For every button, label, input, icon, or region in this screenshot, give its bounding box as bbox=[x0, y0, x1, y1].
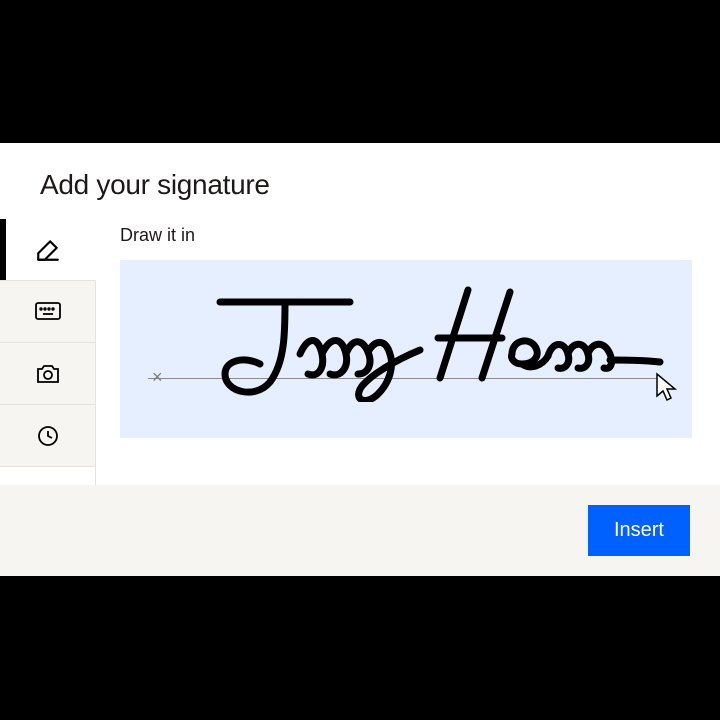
insert-button[interactable]: Insert bbox=[588, 505, 690, 556]
tab-saved[interactable] bbox=[0, 405, 95, 467]
clear-signature-button[interactable]: × bbox=[152, 368, 163, 386]
dialog-title: Add your signature bbox=[40, 169, 680, 201]
signature-method-tabs bbox=[0, 219, 96, 485]
mouse-cursor-icon bbox=[655, 372, 679, 407]
keyboard-icon bbox=[35, 302, 61, 322]
drawn-signature bbox=[190, 282, 670, 402]
dialog-body: Draw it in × bbox=[0, 219, 720, 485]
signature-canvas[interactable]: × bbox=[120, 260, 692, 438]
dialog-footer: Insert bbox=[0, 485, 720, 576]
panel-subtitle: Draw it in bbox=[120, 225, 692, 246]
pencil-icon bbox=[35, 237, 61, 263]
clock-icon bbox=[36, 424, 60, 448]
signature-panel: Draw it in × bbox=[96, 219, 720, 485]
tab-draw[interactable] bbox=[0, 219, 96, 281]
signature-dialog: Add your signature bbox=[0, 143, 720, 576]
tab-type[interactable] bbox=[0, 281, 95, 343]
camera-icon bbox=[35, 363, 61, 385]
dialog-header: Add your signature bbox=[0, 143, 720, 219]
tab-upload[interactable] bbox=[0, 343, 95, 405]
